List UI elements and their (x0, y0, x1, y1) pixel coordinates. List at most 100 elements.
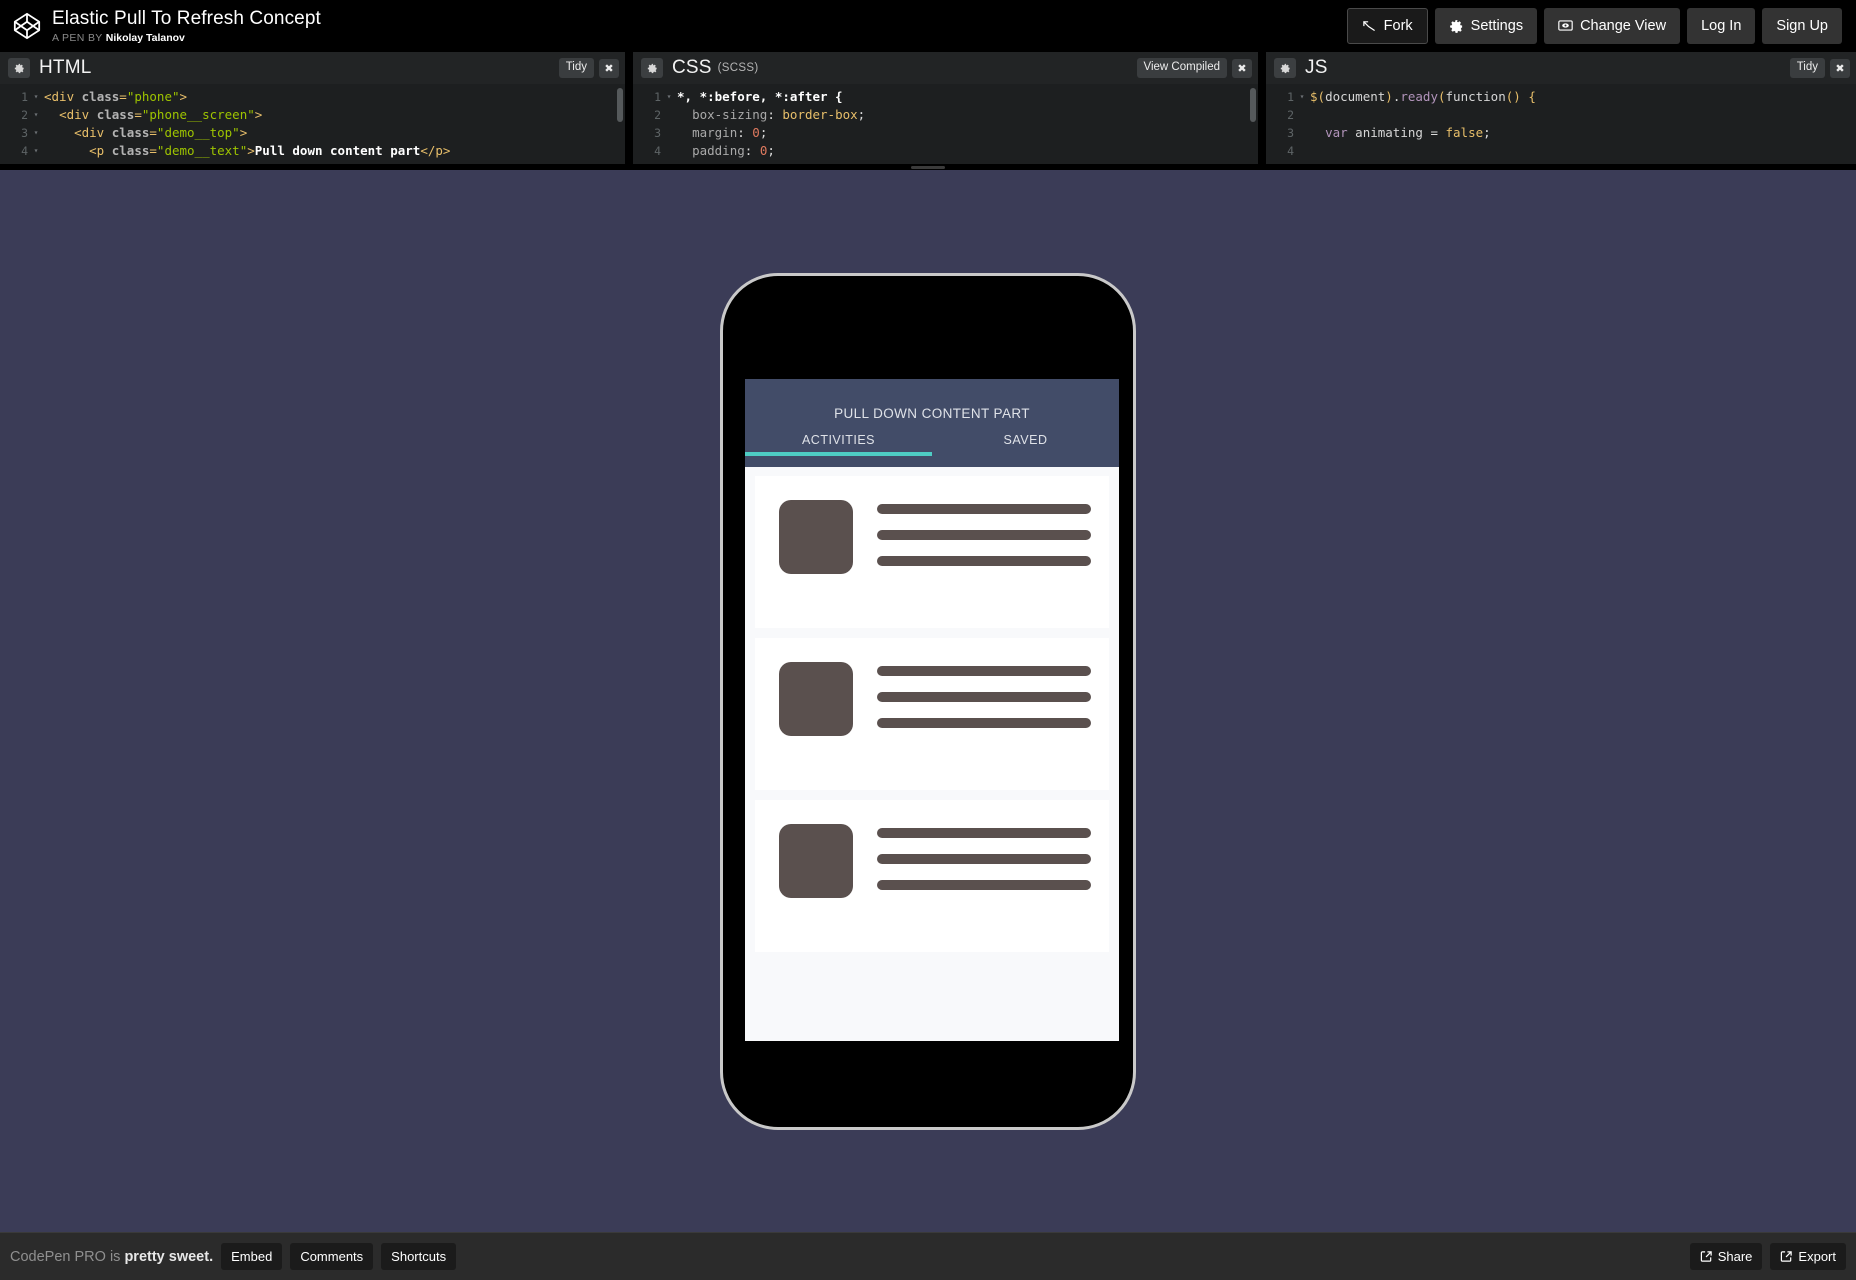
code-line: 3▾ <div class="demo__top"> (0, 124, 625, 142)
text-placeholder-line (877, 880, 1091, 890)
sign-up-button[interactable]: Sign Up (1762, 8, 1842, 44)
text-placeholder-line (877, 854, 1091, 864)
demo-header-text: PULL DOWN CONTENT PART (745, 379, 1119, 421)
close-icon[interactable]: ✖ (599, 59, 619, 78)
line-number: 1 (0, 88, 30, 106)
html-code-area[interactable]: 1▾<div class="phone"> 2▾ <div class="pho… (0, 84, 625, 164)
embed-button[interactable]: Embed (221, 1243, 282, 1270)
demo-header: PULL DOWN CONTENT PART ACTIVITIES SAVED (745, 379, 1119, 467)
fold-arrow-icon[interactable]: ▾ (30, 142, 42, 160)
html-tidy-button[interactable]: Tidy (559, 58, 594, 78)
footer-left-group: CodePen PRO is pretty sweet. Embed Comme… (10, 1243, 456, 1270)
js-editor-title: JS (1305, 57, 1328, 79)
text-placeholder-line (877, 828, 1091, 838)
demo-content-list[interactable] (745, 467, 1119, 1041)
code-line: 2 box-sizing: border-box; (633, 106, 1258, 124)
code-text: $(document).ready(function() { (1308, 88, 1536, 106)
css-code-area[interactable]: 1▾*, *:before, *:after { 2 box-sizing: b… (633, 84, 1258, 164)
css-editor-title: CSS (672, 57, 712, 79)
resize-grip-icon (911, 166, 945, 169)
line-number: 2 (633, 106, 663, 124)
pen-author-prefix: A PEN BY (52, 32, 106, 44)
line-number: 4 (1266, 142, 1296, 160)
line-number: 2 (0, 106, 30, 124)
thumbnail-placeholder (779, 500, 853, 574)
js-tidy-button[interactable]: Tidy (1790, 58, 1825, 78)
log-in-button[interactable]: Log In (1687, 8, 1755, 44)
css-editor-panel: CSS (SCSS) View Compiled ✖ 1▾*, *:before… (633, 52, 1258, 164)
export-button[interactable]: Export (1770, 1243, 1846, 1270)
fold-arrow-icon[interactable]: ▾ (663, 88, 675, 106)
share-button[interactable]: Share (1690, 1243, 1763, 1270)
preview-pane: PULL DOWN CONTENT PART ACTIVITIES SAVED (0, 170, 1856, 1232)
fold-arrow-icon[interactable] (663, 142, 675, 160)
fold-arrow-icon[interactable]: ▾ (30, 124, 42, 142)
tab-activities[interactable]: ACTIVITIES (745, 433, 932, 456)
code-text (1308, 142, 1318, 160)
list-item[interactable] (755, 476, 1109, 628)
fold-arrow-icon[interactable]: ▾ (30, 88, 42, 106)
code-text: <p class="demo__text">Pull down content … (42, 142, 450, 160)
html-editor-scrollbar[interactable] (617, 88, 623, 122)
change-view-button-label: Change View (1580, 18, 1666, 34)
shortcuts-button[interactable]: Shortcuts (381, 1243, 456, 1270)
fold-arrow-icon[interactable] (1296, 124, 1308, 142)
pen-author-name: Nikolay Talanov (106, 32, 185, 44)
text-placeholder-line (877, 556, 1091, 566)
text-placeholder-group (877, 500, 1091, 566)
fold-arrow-icon[interactable]: ▾ (30, 106, 42, 124)
code-line: 3 var animating = false; (1266, 124, 1856, 142)
external-link-icon (1780, 1250, 1793, 1263)
tab-saved[interactable]: SAVED (932, 433, 1119, 456)
line-number: 3 (1266, 124, 1296, 142)
html-editor-panel: HTML Tidy ✖ 1▾<div class="phone"> 2▾ <di… (0, 52, 625, 164)
line-number: 1 (1266, 88, 1296, 106)
fold-arrow-icon[interactable] (1296, 106, 1308, 124)
settings-button-label: Settings (1471, 18, 1523, 34)
phone-mockup: PULL DOWN CONTENT PART ACTIVITIES SAVED (720, 273, 1136, 1130)
css-editor-actions: View Compiled ✖ (1137, 58, 1253, 78)
fold-arrow-icon[interactable] (663, 106, 675, 124)
js-code-area[interactable]: 1▾$(document).ready(function() { 2 3 var… (1266, 84, 1856, 164)
line-number: 4 (0, 142, 30, 160)
close-icon[interactable]: ✖ (1830, 59, 1850, 78)
page-title: Elastic Pull To Refresh Concept (52, 9, 321, 28)
fork-button-label: Fork (1384, 18, 1413, 34)
css-editor-subtitle: (SCSS) (718, 62, 759, 74)
code-line: 1▾$(document).ready(function() { (1266, 88, 1856, 106)
html-editor-actions: Tidy ✖ (559, 58, 619, 78)
editor-row: HTML Tidy ✖ 1▾<div class="phone"> 2▾ <di… (0, 52, 1856, 164)
fork-icon (1362, 19, 1377, 34)
fold-arrow-icon[interactable] (1296, 142, 1308, 160)
html-editor-title: HTML (39, 57, 92, 79)
export-button-label: Export (1798, 1249, 1836, 1264)
code-line: 3 margin: 0; (633, 124, 1258, 142)
comments-button[interactable]: Comments (290, 1243, 373, 1270)
topbar-actions: Fork Settings Change View Log (1347, 8, 1856, 44)
text-placeholder-group (877, 824, 1091, 890)
settings-button[interactable]: Settings (1435, 8, 1537, 44)
css-editor-scrollbar[interactable] (1250, 88, 1256, 122)
share-button-label: Share (1718, 1249, 1753, 1264)
code-text (1308, 106, 1318, 124)
pen-brand: Elastic Pull To Refresh Concept A PEN BY… (0, 9, 321, 44)
line-number: 2 (1266, 106, 1296, 124)
code-text: box-sizing: border-box; (675, 106, 865, 124)
list-item[interactable] (755, 800, 1109, 952)
change-view-button[interactable]: Change View (1544, 8, 1680, 44)
codepen-logo-icon[interactable] (12, 11, 42, 41)
gear-icon[interactable] (8, 58, 30, 78)
close-icon[interactable]: ✖ (1232, 59, 1252, 78)
list-item[interactable] (755, 638, 1109, 790)
fold-arrow-icon[interactable]: ▾ (1296, 88, 1308, 106)
code-text: margin: 0; (675, 124, 767, 142)
fork-button[interactable]: Fork (1347, 8, 1428, 44)
fold-arrow-icon[interactable] (663, 124, 675, 142)
js-editor-header: JS Tidy ✖ (1266, 52, 1856, 84)
css-editor-header: CSS (SCSS) View Compiled ✖ (633, 52, 1258, 84)
gear-icon[interactable] (641, 58, 663, 78)
gear-icon[interactable] (1274, 58, 1296, 78)
pen-author: A PEN BY Nikolay Talanov (52, 33, 321, 44)
text-placeholder-group (877, 662, 1091, 728)
css-view-compiled-button[interactable]: View Compiled (1137, 58, 1228, 78)
